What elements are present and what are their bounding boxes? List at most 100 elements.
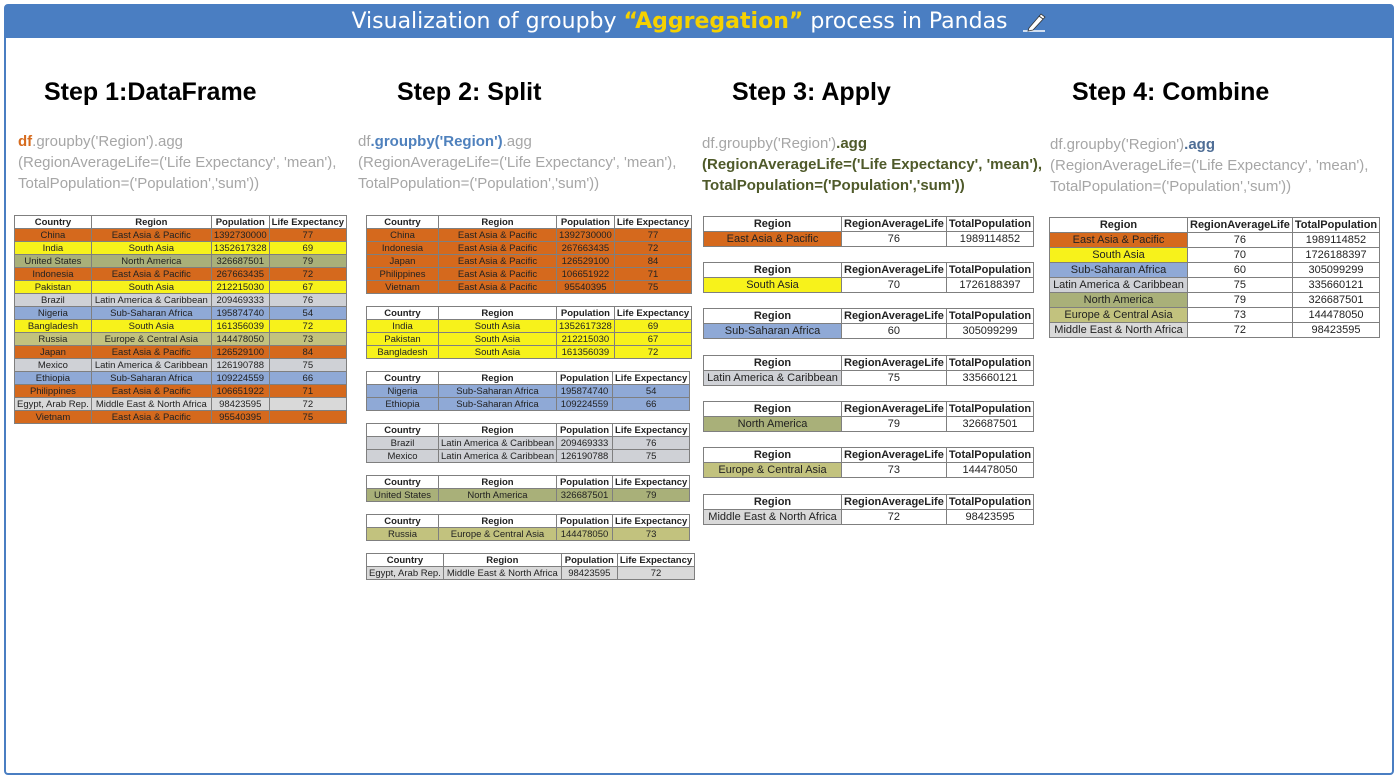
table-cell: Middle East & North Africa xyxy=(442,566,562,580)
table-cell: 69 xyxy=(613,319,693,333)
title-suffix: process in Pandas xyxy=(803,9,1008,34)
table-row: Bangladesh South Asia 161356039 72 xyxy=(366,345,693,359)
table-cell: 72 xyxy=(613,241,693,255)
table-cell: 1989114852 xyxy=(1291,232,1381,248)
column-header: Population xyxy=(556,306,615,320)
table-cell: 305099299 xyxy=(1291,262,1381,278)
column-header: Population xyxy=(556,475,613,489)
table-cell: 109224559 xyxy=(210,371,270,385)
table-cell: South Asia xyxy=(703,277,842,293)
table-cell: Europe & Central Asia xyxy=(703,462,842,478)
code-step-4: df.groupby('Region').agg (RegionAverageL… xyxy=(1050,136,1369,195)
table-cell: Sub-Saharan Africa xyxy=(1049,262,1188,278)
table-cell: Latin America & Caribbean xyxy=(437,449,558,463)
table-cell: Latin America & Caribbean xyxy=(90,358,212,372)
table-cell: Latin America & Caribbean xyxy=(437,436,558,450)
table-cell: 72 xyxy=(613,345,693,359)
table-cell: 144478050 xyxy=(1291,307,1381,323)
table-cell: North America xyxy=(1049,292,1188,308)
apply-table-1: Region RegionAverageLife TotalPopulation Ea… xyxy=(703,216,1035,247)
table-row: Europe & Central Asia 73 144478050 xyxy=(1049,307,1381,323)
column-header: Country xyxy=(366,475,439,489)
table-row: Nigeria Sub-Saharan Africa 195874740 54 xyxy=(14,306,348,320)
code-step-2: df.groupby('Region').agg (RegionAverageL… xyxy=(358,133,677,192)
table-row: China East Asia & Pacific 1392730000 77 xyxy=(366,228,693,242)
table-cell: 195874740 xyxy=(210,306,270,320)
column-header: Region xyxy=(90,215,212,229)
table-cell: Nigeria xyxy=(14,306,92,320)
table-cell: East Asia & Pacific xyxy=(438,280,557,294)
table-cell: 71 xyxy=(613,267,693,281)
column-header: Life Expectancy xyxy=(611,514,691,528)
column-header: Life Expectancy xyxy=(611,475,691,489)
table-cell: 95540395 xyxy=(210,410,270,424)
table-cell: 69 xyxy=(268,241,348,255)
table-cell: Sub-Saharan Africa xyxy=(90,371,212,385)
apply-table-2: Region RegionAverageLife TotalPopulation So… xyxy=(703,262,1035,293)
table-cell: East Asia & Pacific xyxy=(438,254,557,268)
column-header: Life Expectancy xyxy=(268,215,348,229)
step-2-title: Step 2: Split xyxy=(397,78,542,106)
table-cell: United States xyxy=(366,488,439,502)
table-cell: 144478050 xyxy=(945,462,1035,478)
table-cell: 72 xyxy=(841,509,947,525)
column-header: Region xyxy=(437,423,558,437)
table-cell: 98423595 xyxy=(560,566,618,580)
table-cell: 144478050 xyxy=(210,332,270,346)
column-header: Country xyxy=(366,371,439,385)
column-header: Life Expectancy xyxy=(616,553,696,567)
table-cell: United States xyxy=(14,254,92,268)
column-header: Region xyxy=(703,216,842,232)
split-table-5: Country Region Population Life Expectancy Un… xyxy=(366,475,691,502)
title-bar: Visualization of groupby “Aggregation” p… xyxy=(6,6,1392,38)
table-cell: Bangladesh xyxy=(14,319,92,333)
table-cell: Russia xyxy=(14,332,92,346)
column-header: Life Expectancy xyxy=(611,371,691,385)
column-header: Life Expectancy xyxy=(612,423,691,437)
dataframe-table: Country Region Population Life Expectancy Ch… xyxy=(14,215,348,424)
table-cell: 98423595 xyxy=(1291,322,1381,338)
table-cell: 75 xyxy=(268,358,348,372)
column-header: Region xyxy=(703,447,842,463)
split-table-4: Country Region Population Life Expectancy Br… xyxy=(366,423,691,463)
table-header-row: Country Region Population Life Expectancy xyxy=(14,215,348,229)
table-cell: Indonesia xyxy=(14,267,92,281)
table-row: Japan East Asia & Pacific 126529100 84 xyxy=(366,254,693,268)
table-cell: North America xyxy=(438,488,557,502)
table-cell: 212215030 xyxy=(556,332,615,346)
table-row: Latin America & Caribbean 75 335660121 xyxy=(703,370,1035,386)
table-row: Ethiopia Sub-Saharan Africa 109224559 66 xyxy=(14,371,348,385)
column-header: Region xyxy=(442,553,562,567)
table-cell: Sub-Saharan Africa xyxy=(703,323,842,339)
step-4-title: Step 4: Combine xyxy=(1072,78,1270,106)
table-cell: North America xyxy=(90,254,212,268)
column-header: TotalPopulation xyxy=(945,401,1035,417)
table-cell: Middle East & North Africa xyxy=(703,509,842,525)
table-cell: South Asia xyxy=(438,345,557,359)
table-cell: 73 xyxy=(611,527,691,541)
table-cell: 209469333 xyxy=(210,293,270,307)
table-header-row: Region RegionAverageLife TotalPopulation xyxy=(703,308,1035,324)
table-row: South Asia 70 1726188397 xyxy=(703,277,1035,293)
table-row: Bangladesh South Asia 161356039 72 xyxy=(14,319,348,333)
table-cell: 75 xyxy=(612,449,691,463)
column-header: Region xyxy=(438,475,557,489)
table-header-row: Country Region Population Life Expectancy xyxy=(366,553,696,567)
apply-table-4: Region RegionAverageLife TotalPopulation La… xyxy=(703,355,1035,386)
table-cell: 72 xyxy=(1187,322,1293,338)
table-header-row: Region RegionAverageLife TotalPopulation xyxy=(703,355,1035,371)
table-cell: Middle East & North Africa xyxy=(1049,322,1188,338)
table-cell: Ethiopia xyxy=(366,397,439,411)
code-step-1: df.groupby('Region').agg (RegionAverageL… xyxy=(18,133,337,192)
table-cell: Egypt, Arab Rep. xyxy=(366,566,444,580)
table-cell: 1726188397 xyxy=(1291,247,1381,263)
split-table-3: Country Region Population Life Expectancy Ni… xyxy=(366,371,691,411)
column-header: Population xyxy=(556,423,614,437)
table-cell: 73 xyxy=(268,332,348,346)
table-header-row: Region RegionAverageLife TotalPopulation xyxy=(1049,217,1381,233)
table-cell: 66 xyxy=(268,371,348,385)
table-header-row: Country Region Population Life Expectancy xyxy=(366,371,691,385)
table-cell: 76 xyxy=(841,231,947,247)
table-cell: East Asia & Pacific xyxy=(1049,232,1188,248)
table-cell: Brazil xyxy=(366,436,439,450)
